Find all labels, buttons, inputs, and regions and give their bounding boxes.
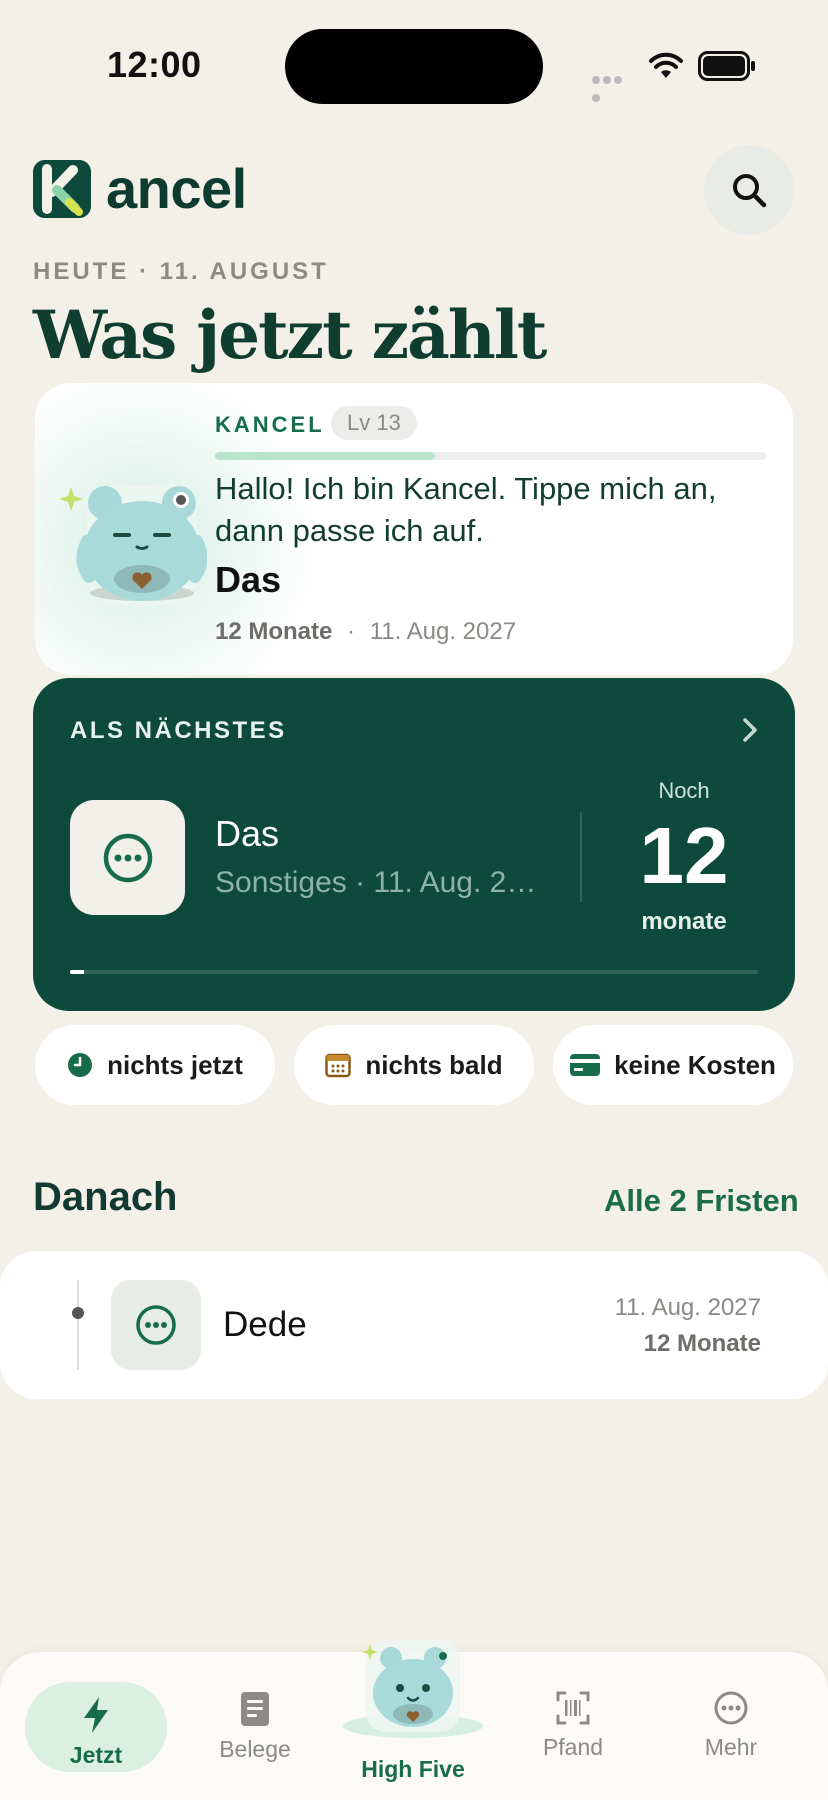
chip-nichts-bald[interactable]: nichts bald: [294, 1025, 534, 1105]
tab-mehr[interactable]: Mehr: [666, 1690, 796, 1761]
tab-belege[interactable]: Belege: [190, 1690, 320, 1763]
chip-label: keine Kosten: [614, 1049, 776, 1080]
card-icon: [570, 1054, 601, 1076]
mascot-message: Hallo! Ich bin Kancel. Tippe mich an, da…: [215, 471, 717, 548]
next-item-subtitle: Sonstiges · 11. Aug. 2027: [215, 866, 545, 899]
chip-keine-kosten[interactable]: keine Kosten: [553, 1025, 793, 1105]
list-item-icon-tile: [111, 1280, 201, 1370]
k-logo-icon: [33, 160, 91, 218]
tab-label: Jetzt: [69, 1742, 123, 1768]
mascot-sleeping-icon[interactable]: [57, 461, 207, 611]
timeline-line: [77, 1280, 79, 1370]
mascot-card-duration: 12 Monate: [215, 618, 333, 645]
next-item-icon-tile: [70, 800, 185, 915]
tab-label: Mehr: [704, 1734, 758, 1760]
wifi-icon: [649, 52, 683, 78]
countdown-unit: monate: [641, 908, 727, 935]
mascot-icon[interactable]: [338, 1638, 488, 1738]
app-logo: [33, 160, 91, 218]
mascot-card-date: 11. Aug. 2027: [369, 618, 517, 645]
more-icon: [714, 1691, 748, 1725]
list-item-duration: 12 Monate: [643, 1330, 761, 1357]
next-item-title: Das: [215, 813, 280, 854]
cellular-signal-icon: [592, 71, 634, 102]
brand-name: ancel: [106, 157, 247, 220]
mascot-tag: KANCEL: [215, 412, 325, 437]
list-item-title: Dede: [223, 1305, 307, 1344]
list-item-date: 11. Aug. 2027: [614, 1294, 761, 1321]
next-label: ALS NÄCHSTES: [70, 717, 287, 744]
chip-nichts-jetzt[interactable]: nichts jetzt: [35, 1025, 275, 1105]
mascot-card-title: Das: [215, 559, 282, 600]
chevron-right-icon[interactable]: [738, 715, 762, 745]
chip-label: nichts bald: [365, 1049, 503, 1080]
xp-progress-bar: [215, 452, 766, 460]
xp-progress-fill: [215, 452, 436, 460]
next-progress-bar: [70, 970, 758, 974]
search-icon: [733, 174, 767, 208]
tab-jetzt[interactable]: Jetzt: [31, 1696, 161, 1769]
next-divider: [580, 812, 582, 902]
tab-label: Belege: [219, 1736, 291, 1762]
more-icon: [103, 833, 152, 882]
meta-separator: ·: [347, 618, 356, 645]
tab-label: Pfand: [542, 1734, 604, 1760]
countdown-prefix: Noch: [658, 778, 710, 803]
date-line: HEUTE · 11. AUGUST: [33, 258, 329, 285]
calendar-icon: [325, 1053, 352, 1078]
all-deadlines-link[interactable]: Alle 2 Fristen: [604, 1183, 799, 1219]
more-icon: [136, 1305, 176, 1345]
battery-icon: [698, 51, 755, 81]
chip-label: nichts jetzt: [107, 1049, 243, 1080]
bolt-icon: [84, 1697, 108, 1733]
receipt-icon: [241, 1692, 269, 1726]
level-badge: Lv 13: [331, 406, 417, 440]
status-time: 12:00: [107, 44, 202, 85]
mascot-card-meta: 12 Monate · 11. Aug. 2027: [215, 618, 516, 646]
timeline-dot: [72, 1307, 84, 1319]
section-heading-danach: Danach: [33, 1175, 178, 1219]
countdown-number: 12: [639, 811, 729, 900]
tab-pfand[interactable]: Pfand: [508, 1690, 638, 1761]
dynamic-island: [285, 29, 543, 104]
search-button[interactable]: [704, 145, 794, 235]
page-title: Was jetzt zählt: [33, 296, 547, 374]
next-progress-fill: [70, 970, 84, 974]
tab-high-five[interactable]: High Five: [338, 1756, 488, 1783]
barcode-scan-icon: [556, 1691, 590, 1725]
clock-icon: [68, 1053, 93, 1077]
